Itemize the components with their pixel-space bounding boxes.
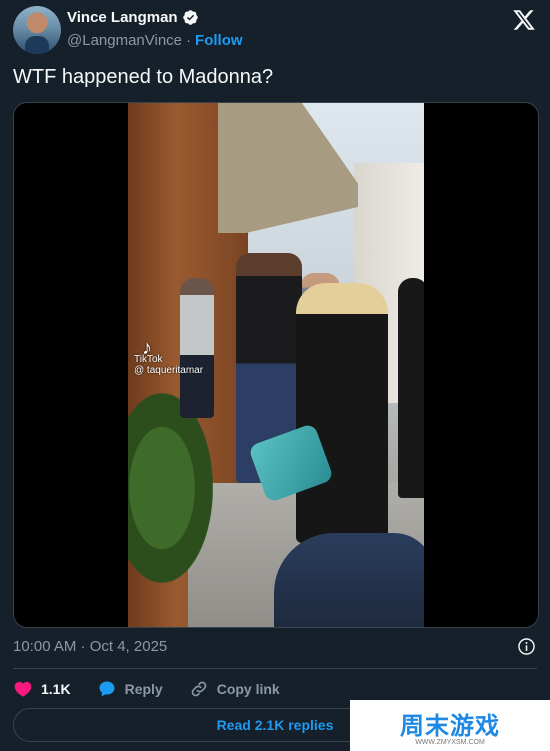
person-right	[398, 278, 424, 498]
like-button[interactable]: 1.1K	[13, 679, 71, 699]
watermark-main: 周末游戏	[400, 711, 500, 740]
author-handle-row: @LangmanVince · Follow	[67, 32, 243, 49]
author-name[interactable]: Vince Langman	[67, 9, 178, 26]
person-madonna	[296, 283, 388, 543]
tiktok-user: @ taqueritamar	[134, 365, 204, 376]
site-watermark: 周末游戏 WWW.ZMYXSM.COM	[350, 700, 550, 751]
reply-button[interactable]: Reply	[97, 679, 163, 699]
tweet-actions: 1.1K Reply Copy link	[13, 678, 306, 700]
divider	[13, 668, 537, 669]
verified-badge-icon	[182, 10, 198, 25]
tweet-timestamp[interactable]: 10:00 AM · Oct 4, 2025	[13, 638, 167, 655]
like-count: 1.1K	[41, 681, 71, 697]
author-avatar[interactable]	[13, 6, 61, 54]
tiktok-icon: ♪	[142, 337, 152, 359]
follow-button[interactable]: Follow	[195, 32, 243, 49]
shrubbery	[128, 393, 213, 583]
awning	[218, 103, 358, 233]
video-player[interactable]: ♪ TikTok @ taqueritamar	[13, 102, 539, 628]
video-frame[interactable]: ♪ TikTok @ taqueritamar	[128, 103, 424, 627]
author-name-row: Vince Langman	[67, 9, 199, 26]
read-replies-label: Read 2.1K replies	[216, 717, 334, 733]
tweet-header: Vince Langman @LangmanVince · Follow	[13, 6, 538, 56]
tiktok-watermark: ♪ TikTok @ taqueritamar	[134, 337, 204, 376]
reply-label: Reply	[124, 681, 163, 697]
separator-dot: ·	[186, 32, 192, 49]
tweet-text: WTF happened to Madonna?	[13, 66, 274, 88]
copy-link-button[interactable]: Copy link	[189, 679, 280, 699]
heart-icon	[14, 681, 32, 697]
link-icon	[191, 681, 207, 697]
watermark-sub: WWW.ZMYXSM.COM	[415, 738, 485, 746]
x-logo-icon[interactable]	[512, 8, 536, 32]
foreground-figure	[274, 533, 424, 627]
tiktok-brand: TikTok	[134, 354, 163, 365]
reply-bubble-icon	[99, 681, 115, 697]
copy-link-label: Copy link	[216, 681, 280, 697]
author-handle[interactable]: @LangmanVince	[67, 32, 182, 49]
info-icon[interactable]	[517, 637, 536, 656]
